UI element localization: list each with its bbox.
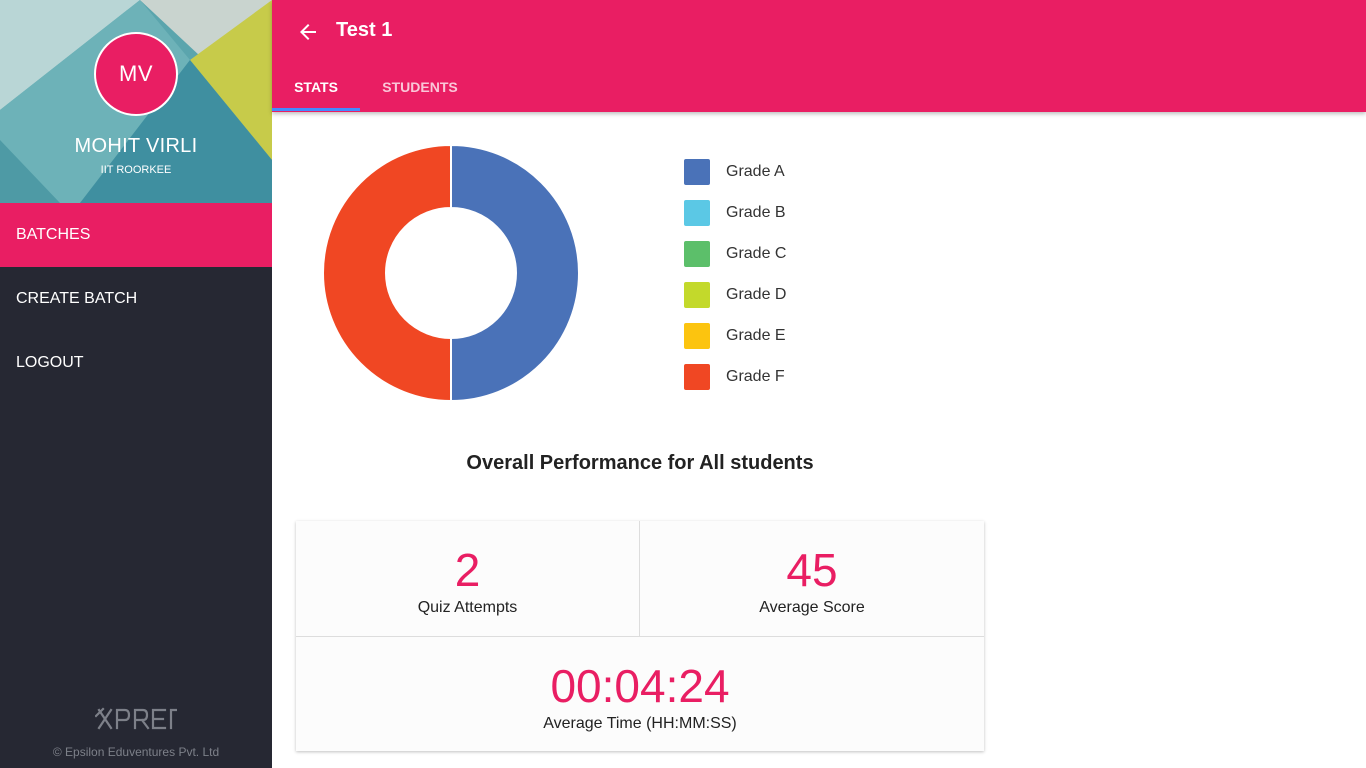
stat-value: 00:04:24 (550, 660, 730, 712)
nav-item-label: BATCHES (16, 226, 91, 243)
legend-swatch (684, 241, 710, 267)
back-button[interactable] (296, 20, 320, 44)
legend-item[interactable]: Grade A (684, 159, 785, 185)
app-header: Test 1 STATS STUDENTS (272, 0, 1366, 112)
xprep-logo (0, 706, 272, 737)
legend-label: Grade C (726, 245, 787, 262)
nav-item-label: LOGOUT (16, 354, 84, 371)
legend-swatch (684, 364, 710, 390)
legend-item[interactable]: Grade C (684, 241, 786, 267)
user-organization: IIT ROORKEE (100, 164, 172, 176)
legend-item[interactable]: Grade E (684, 323, 786, 349)
tab-label: STATS (294, 79, 338, 95)
user-name: MOHIT VIRLI (74, 135, 198, 157)
stat-value: 45 (786, 544, 838, 596)
legend-item[interactable]: Grade B (684, 200, 786, 226)
tab-label: STUDENTS (382, 79, 458, 95)
stat-label: Average Time (HH:MM:SS) (543, 715, 737, 732)
nav-item-batches[interactable]: BATCHES (0, 203, 272, 267)
nav-item-label: CREATE BATCH (16, 290, 138, 307)
stat-label: Quiz Attempts (417, 599, 518, 616)
stat-label: Average Score (759, 599, 865, 616)
stat-value: 2 (454, 544, 481, 596)
legend-swatch (684, 323, 710, 349)
legend-swatch (684, 282, 710, 308)
legend-label: Grade F (726, 368, 785, 385)
stat-average-score: 45 Average Score (640, 545, 984, 617)
legend-swatch (684, 200, 710, 226)
stats-card: 2 Quiz Attempts 45 Average Score 00:04:2… (296, 521, 984, 751)
copyright: © Epsilon Eduventures Pvt. Ltd (52, 745, 220, 759)
donut-slice-grade-f[interactable] (322, 144, 452, 402)
grade-donut-chart (322, 144, 580, 402)
legend-label: Grade A (726, 163, 785, 180)
nav-item-create-batch[interactable]: CREATE BATCH (0, 267, 272, 331)
tab-stats[interactable]: STATS (272, 72, 360, 112)
stat-quiz-attempts: 2 Quiz Attempts (296, 545, 639, 617)
stat-average-time: 00:04:24 Average Time (HH:MM:SS) (296, 661, 984, 733)
tab-indicator (272, 108, 360, 111)
tab-students[interactable]: STUDENTS (368, 72, 472, 112)
sidebar: MV MOHIT VIRLI IIT ROORKEE BATCHES CREAT… (0, 0, 272, 768)
page-title: Test 1 (336, 19, 393, 41)
legend-label: Grade B (726, 204, 786, 221)
arrow-left-icon (300, 24, 316, 40)
nav-item-logout[interactable]: LOGOUT (0, 331, 272, 395)
legend-item[interactable]: Grade D (684, 282, 786, 308)
chart-title: Overall Performance for All students (466, 452, 814, 474)
legend-label: Grade E (726, 327, 786, 344)
legend-label: Grade D (726, 286, 787, 303)
donut-slice-grade-a[interactable] (450, 144, 580, 402)
legend-item[interactable]: Grade F (684, 364, 785, 390)
profile-header: MV MOHIT VIRLI IIT ROORKEE (0, 0, 272, 203)
avatar[interactable]: MV (94, 32, 178, 116)
legend-swatch (684, 159, 710, 185)
divider (296, 636, 984, 637)
